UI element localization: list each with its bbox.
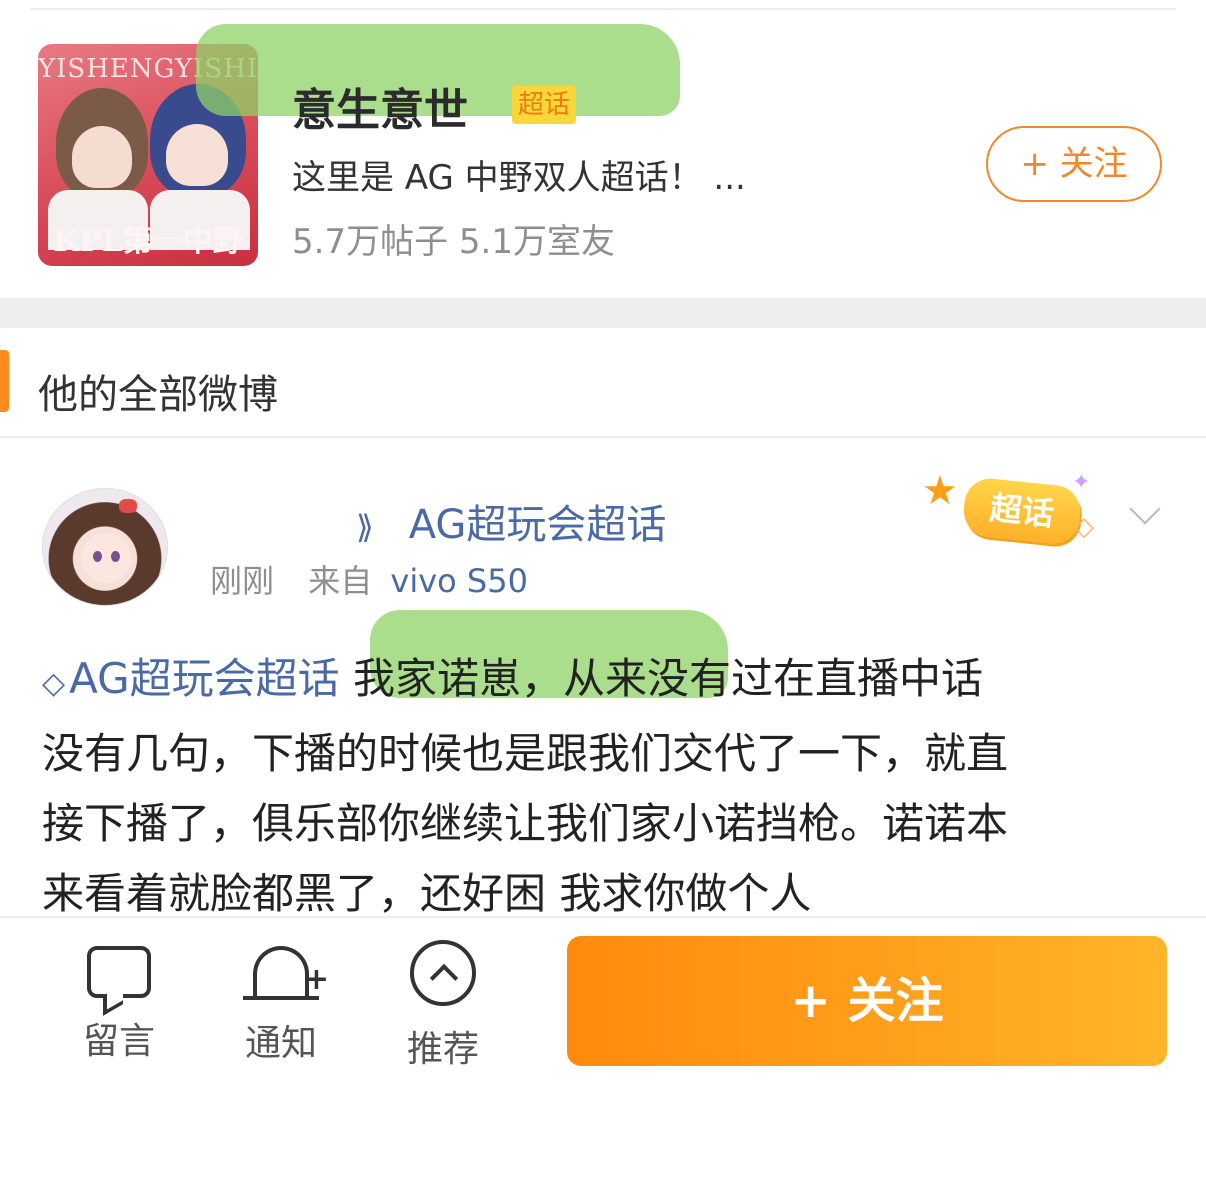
post-topic-link[interactable]: ⟫ AG超玩会超话 [356,492,666,550]
supertopic-stats: 5.7万帖子 5.1万室友 [292,222,615,262]
comment-button[interactable]: 留言 [64,940,174,1064]
avatar-face [81,533,131,583]
comment-label: 留言 [82,1021,155,1062]
cover-figure-right-face [166,124,228,186]
gem-icon: ◇ [42,666,66,701]
avatar[interactable] [42,488,168,606]
sparkle-icon: ✦ [1072,470,1091,495]
supertopic-sticker: ★ 超话 ✦ ◇ [922,468,1112,558]
star-icon: ★ [922,468,958,514]
avatar-eye-left [93,551,102,562]
supertopic-follow-button[interactable]: + 关注 [986,126,1162,202]
bell-plus-icon: + [243,946,329,1000]
section-title: 他的全部微博 [38,372,278,418]
supertopic-badge: 超话 [512,86,577,124]
post-source-prefix: 来自 [308,562,373,600]
post-time: 刚刚 [210,562,275,600]
supertopic-card[interactable]: YISHENGYISHI KPL第一中野 意生意世 超话 这里是 AG 中野双人… [0,10,1206,298]
bottom-divider [0,916,1206,918]
post-body-line: ◇AG超玩会超话 我家诺崽，从来没有过在直播中话 [42,644,1152,719]
post-body-line: 接下播了，俱乐部你继续让我们家小诺挡枪。诺诺本 [42,799,1009,848]
cover-figure-left-face [72,126,132,188]
cover-caption: KPL第一中野 [53,224,243,259]
post-body-topic-link[interactable]: AG超玩会超话 [69,654,340,703]
section-accent-bar [0,350,9,412]
section-divider [0,436,1206,438]
supertopic-name[interactable]: 意生意世 [292,74,468,138]
sticker-gem-icon: ◇ [1074,512,1094,542]
section-separator [0,298,1206,328]
notify-button[interactable]: + 通知 [226,940,336,1066]
follow-button[interactable]: + 关注 [567,936,1167,1066]
post-body: ◇AG超玩会超话 我家诺崽，从来没有过在直播中话 没有几句，下播的时候也是跟我们… [42,644,1152,929]
sticker-label: 超话 [961,476,1083,546]
recommend-label: 推荐 [406,1029,479,1070]
comment-icon [87,946,151,998]
post-body-line: 没有几句，下播的时候也是跟我们交代了一下，就直 [42,729,1009,778]
supertopic-description: 这里是 AG 中野双人超话！ ... [292,158,746,198]
post-body-line: 来看着就脸都黑了，还好困 我求你做个人 [42,869,812,918]
post-device[interactable]: vivo S50 [390,562,528,600]
post-body-text: 我家诺崽，从来没有过在直播中话 [339,654,983,703]
post-meta: 刚刚 来自 vivo S50 [210,556,528,602]
tag-icon: ⟫ [356,508,374,546]
arrow-up-circle-icon [410,940,476,1006]
avatar-bow [119,499,137,513]
avatar-eye-right [111,551,120,562]
post-topic-label: AG超玩会超话 [408,502,667,548]
chevron-down-icon[interactable] [1128,500,1164,524]
notify-label: 通知 [244,1023,317,1064]
recommend-button[interactable]: 推荐 [388,940,498,1072]
